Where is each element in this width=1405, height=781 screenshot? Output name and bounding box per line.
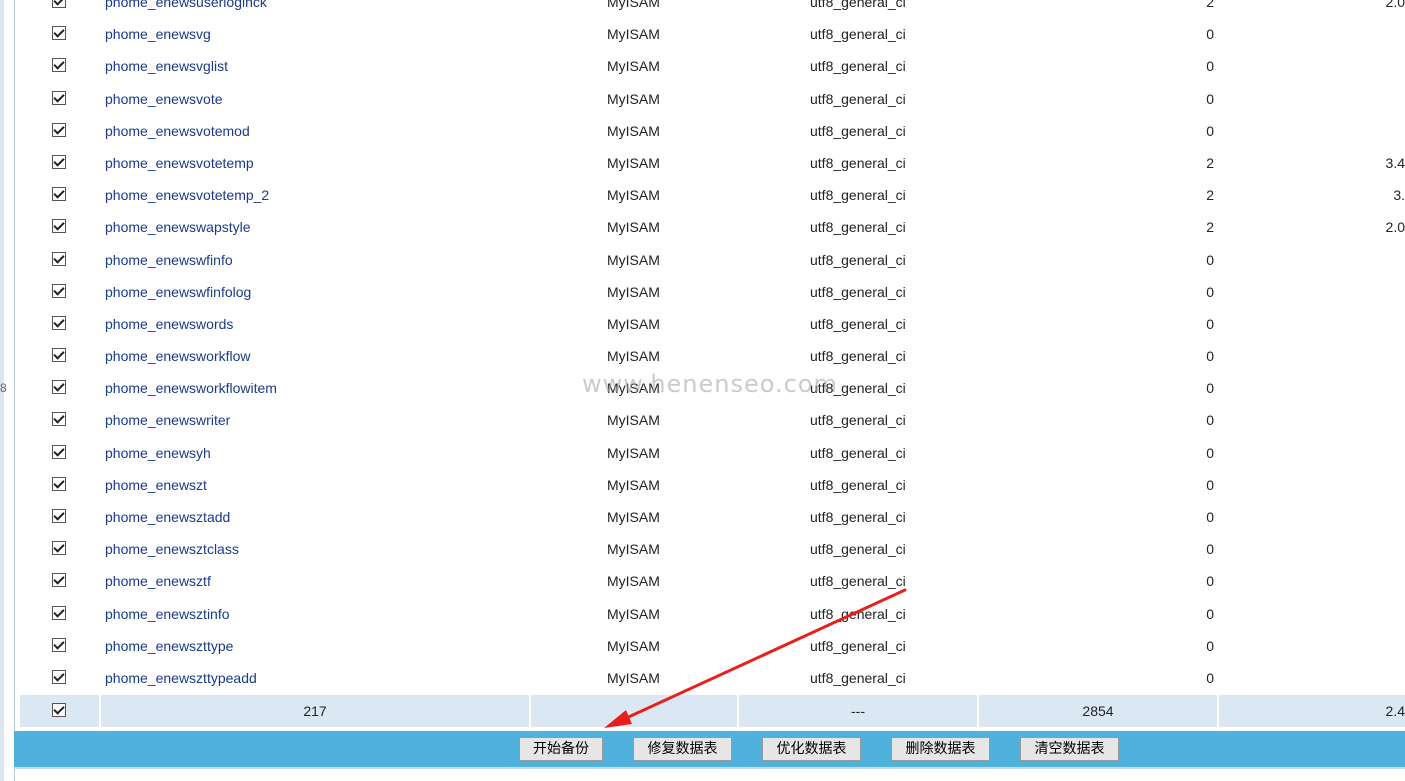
annotation-arrow-icon	[604, 588, 907, 728]
